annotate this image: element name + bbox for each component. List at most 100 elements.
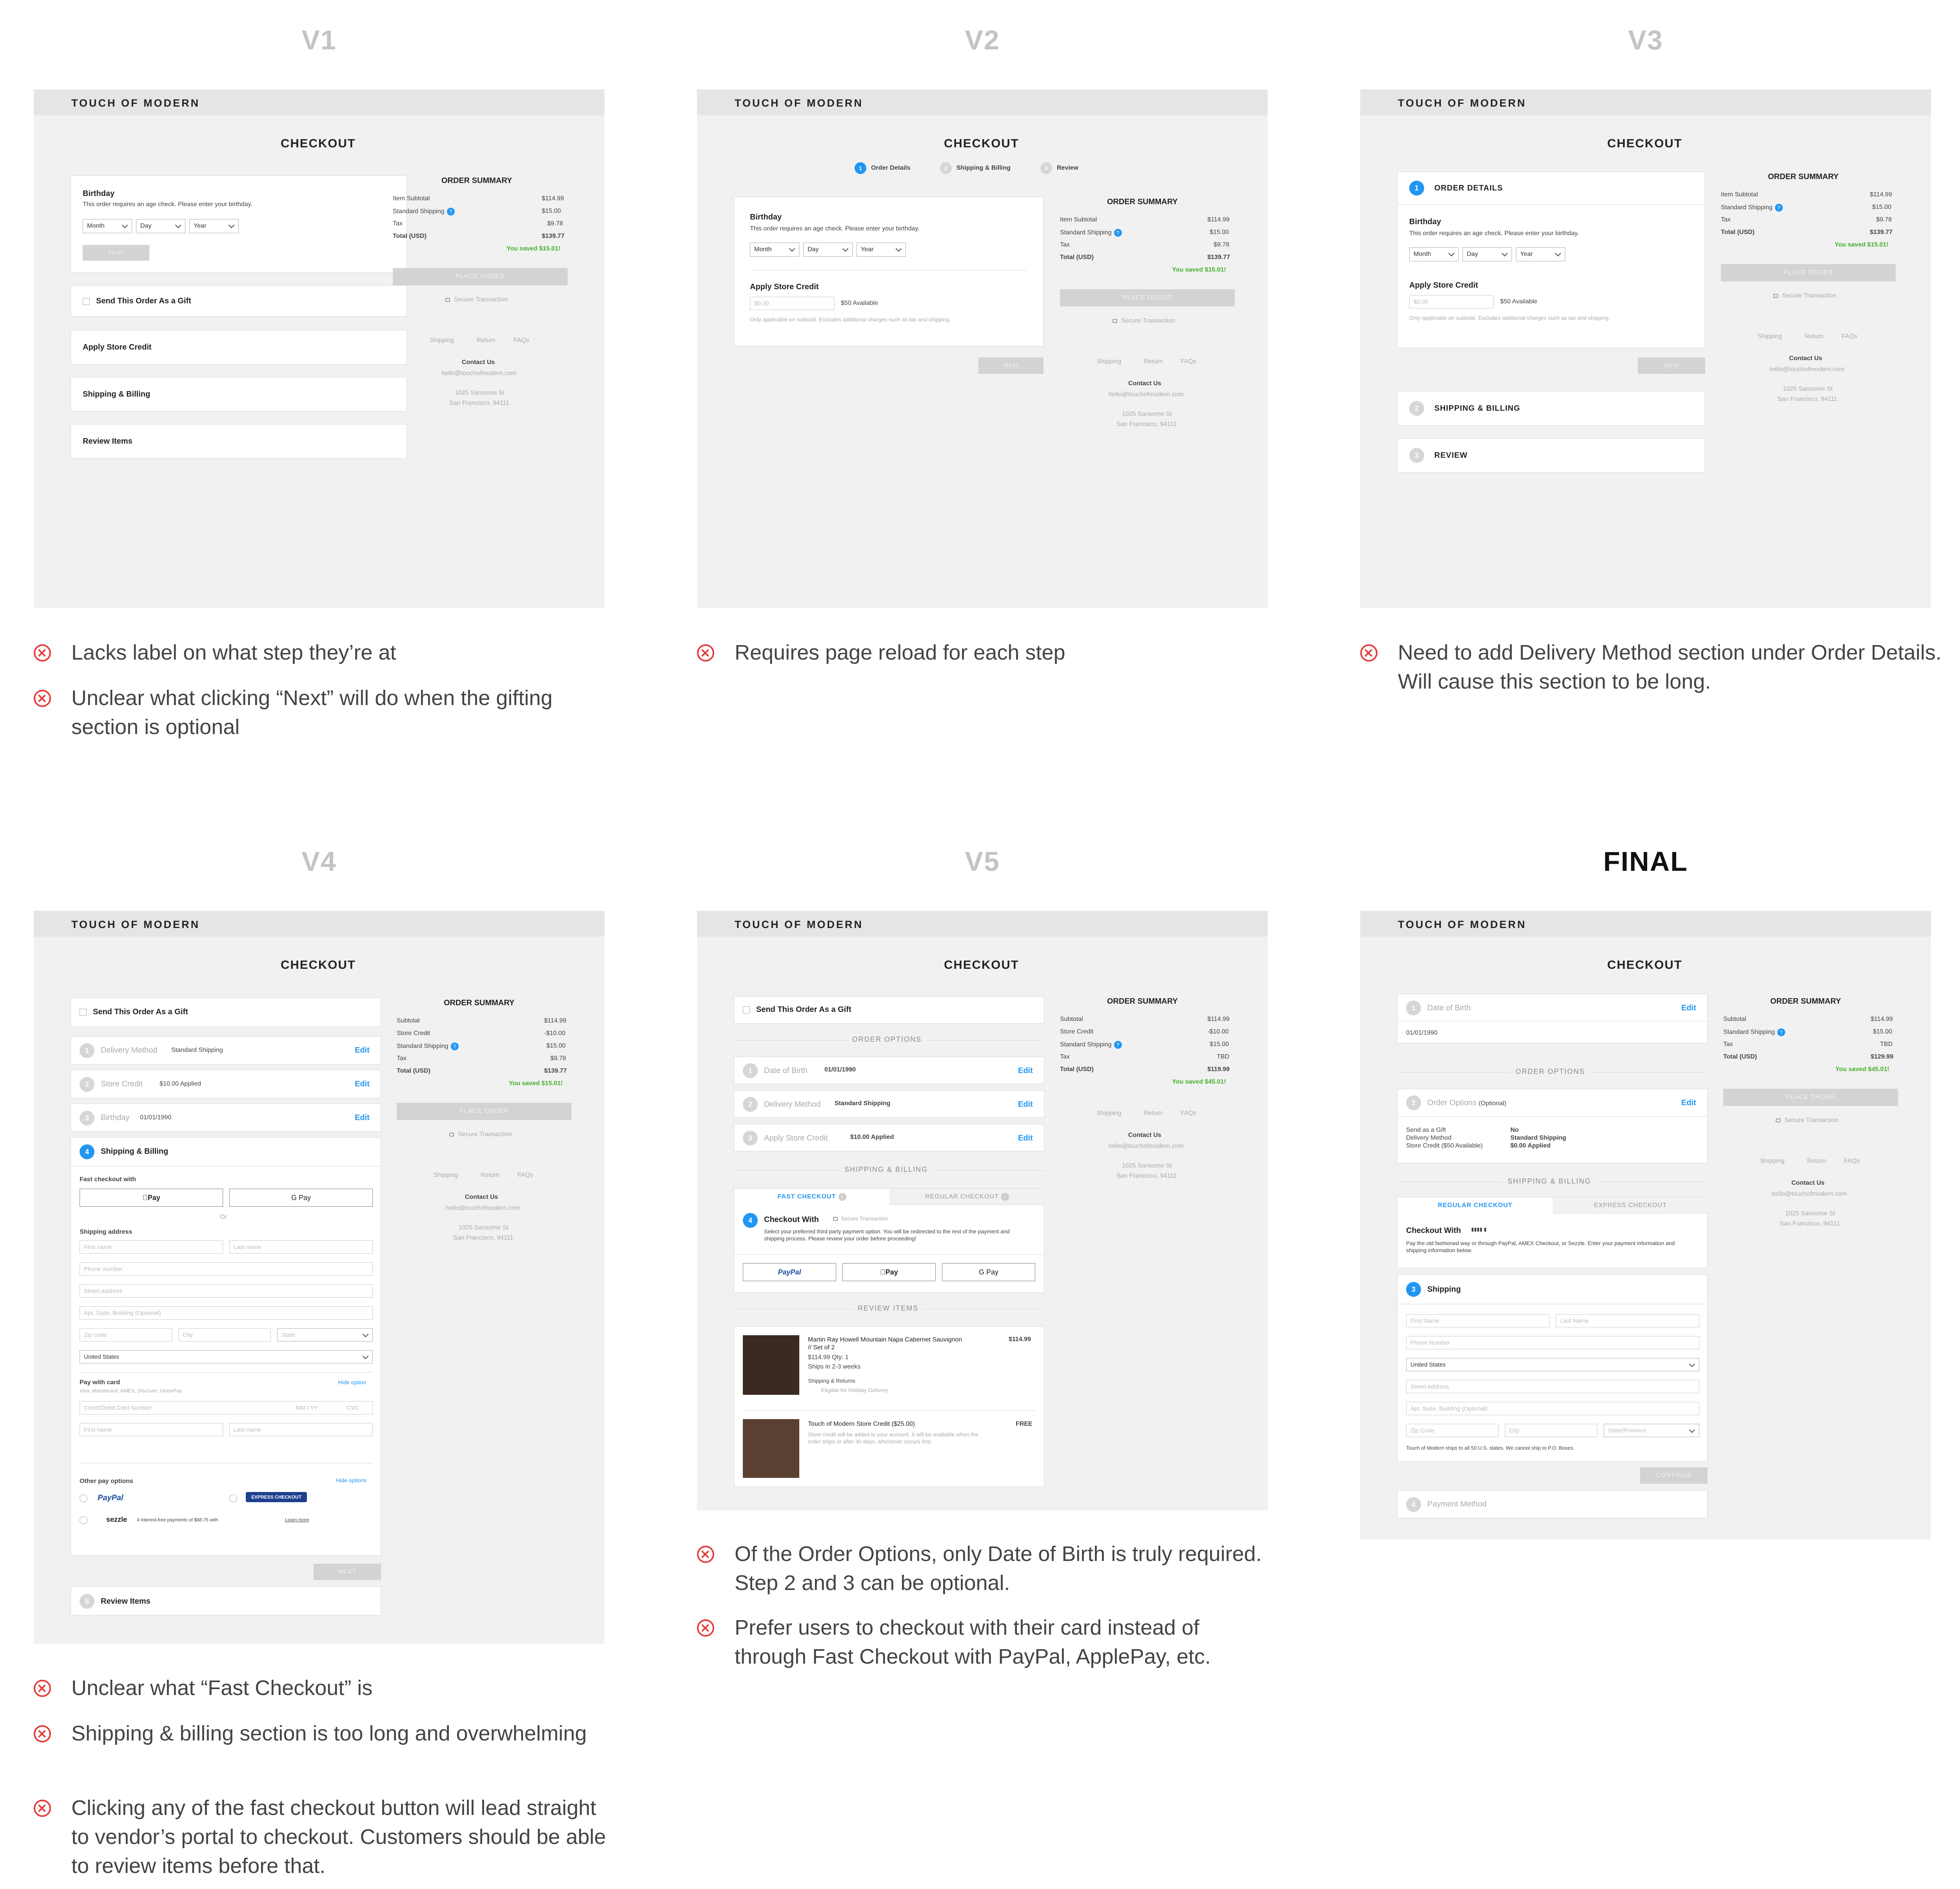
footer-shipping-link[interactable]: Shipping bbox=[1097, 1110, 1121, 1117]
place-order-button[interactable]: PLACE ORDER bbox=[397, 1103, 572, 1120]
gift-card[interactable]: Send This Order As a Gift bbox=[71, 998, 381, 1027]
edit-link[interactable]: Edit bbox=[355, 1080, 370, 1089]
footer-faqs-link[interactable]: FAQs bbox=[1181, 358, 1196, 365]
phone-field[interactable]: Phone number bbox=[80, 1262, 373, 1276]
brand-logo[interactable]: TOUCH OF MODERN bbox=[735, 919, 863, 931]
help-icon[interactable]: ? bbox=[450, 1042, 459, 1050]
help-icon[interactable]: ? bbox=[1777, 1028, 1785, 1036]
place-order-button[interactable]: PLACE ORDER bbox=[393, 268, 568, 285]
store-credit-input[interactable]: $0.00 bbox=[750, 297, 835, 310]
google-pay-button[interactable]: G Pay bbox=[229, 1189, 373, 1207]
state-select[interactable]: State/Province bbox=[1604, 1424, 1699, 1437]
country-select[interactable]: United States bbox=[1406, 1358, 1699, 1371]
apt-field[interactable]: Apt, Suite, Building (Optional) bbox=[80, 1306, 373, 1320]
edit-link[interactable]: Edit bbox=[1018, 1134, 1033, 1143]
footer-faqs-link[interactable]: FAQs bbox=[1842, 333, 1857, 340]
footer-shipping-link[interactable]: Shipping bbox=[1097, 358, 1121, 365]
store-credit-card[interactable]: Apply Store Credit bbox=[71, 330, 407, 364]
footer-shipping-link[interactable]: Shipping bbox=[1758, 333, 1782, 340]
brand-logo[interactable]: TOUCH OF MODERN bbox=[71, 919, 200, 931]
continue-button[interactable]: CONTINUE bbox=[1640, 1467, 1708, 1484]
apple-pay-button[interactable]: Pay bbox=[80, 1189, 223, 1207]
edit-link[interactable]: Edit bbox=[1681, 1099, 1696, 1108]
city-field[interactable]: City bbox=[178, 1328, 271, 1342]
shipping-billing-step[interactable]: 2 SHIPPING & BILLING bbox=[1397, 391, 1705, 426]
gift-checkbox[interactable] bbox=[83, 298, 90, 305]
tab-fast-checkout[interactable]: FAST CHECKOUT i bbox=[734, 1189, 889, 1205]
last-name-field[interactable]: Last name bbox=[229, 1240, 373, 1254]
footer-return-link[interactable]: Return bbox=[1144, 358, 1163, 365]
footer-return-link[interactable]: Return bbox=[1807, 1158, 1826, 1165]
review-items-step[interactable]: 5 Review Items bbox=[71, 1586, 381, 1615]
next-button[interactable]: Next bbox=[83, 245, 149, 261]
footer-return-link[interactable]: Return bbox=[477, 337, 495, 344]
footer-shipping-link[interactable]: Shipping bbox=[1760, 1158, 1784, 1165]
contact-email[interactable]: hello@touchofmodern.com bbox=[1109, 1143, 1183, 1150]
help-icon[interactable]: ? bbox=[1114, 1041, 1122, 1049]
year-select[interactable]: Year bbox=[189, 219, 239, 233]
hide-option-link[interactable]: Hide option bbox=[338, 1379, 366, 1385]
day-select[interactable]: Day bbox=[803, 243, 853, 257]
footer-faqs-link[interactable]: FAQs bbox=[514, 337, 529, 344]
place-order-button[interactable]: PLACE ORDER bbox=[1060, 289, 1235, 306]
contact-email[interactable]: hello@touchofmodern.com bbox=[1109, 391, 1183, 398]
footer-faqs-link[interactable]: FAQs bbox=[1844, 1158, 1860, 1165]
edit-link[interactable]: Edit bbox=[1018, 1066, 1033, 1075]
gift-card[interactable]: Send This Order As a Gift bbox=[71, 285, 407, 317]
footer-shipping-link[interactable]: Shipping bbox=[434, 1172, 458, 1179]
first-name-field[interactable]: First name bbox=[80, 1240, 223, 1254]
zip-field[interactable]: Zip Code bbox=[1406, 1424, 1499, 1437]
first-name-field[interactable]: First Name bbox=[1406, 1314, 1550, 1327]
state-select[interactable]: State bbox=[277, 1328, 373, 1342]
place-order-button[interactable]: PLACE ORDER bbox=[1721, 264, 1896, 281]
brand-logo[interactable]: TOUCH OF MODERN bbox=[1398, 919, 1526, 931]
sezzle-learn-more[interactable]: Learn more bbox=[285, 1517, 309, 1523]
footer-faqs-link[interactable]: FAQs bbox=[1181, 1110, 1196, 1117]
contact-email[interactable]: hello@touchofmodern.com bbox=[1769, 366, 1844, 373]
street-field[interactable]: Street Address bbox=[1406, 1380, 1699, 1393]
apt-field[interactable]: Apt, Suite, Building (Optional) bbox=[1406, 1402, 1699, 1415]
review-items-card[interactable]: Review Items bbox=[71, 424, 407, 459]
last-name-field[interactable]: Last Name bbox=[1556, 1314, 1699, 1327]
shipping-billing-card[interactable]: Shipping & Billing bbox=[71, 377, 407, 412]
phone-field[interactable]: Phone Number bbox=[1406, 1336, 1699, 1349]
help-icon[interactable]: ? bbox=[1114, 229, 1122, 237]
card-number-field[interactable]: Credit/Debit Card Number MM / YY CVC bbox=[80, 1401, 373, 1414]
month-select[interactable]: Month bbox=[83, 219, 132, 233]
footer-faqs-link[interactable]: FAQs bbox=[517, 1172, 533, 1179]
contact-email[interactable]: hello@touchofmodern.com bbox=[445, 1205, 520, 1212]
next-button[interactable]: Next bbox=[1638, 357, 1705, 374]
street-field[interactable]: Street address bbox=[80, 1284, 373, 1298]
edit-link[interactable]: Edit bbox=[355, 1046, 370, 1055]
contact-email[interactable]: hello@touchofmodern.com bbox=[441, 370, 516, 377]
next-button[interactable]: Next bbox=[978, 357, 1044, 374]
help-icon[interactable]: ? bbox=[446, 208, 455, 216]
amex-radio[interactable] bbox=[229, 1494, 237, 1502]
gift-card[interactable]: Send This Order As a Gift bbox=[734, 996, 1044, 1024]
card-first-name-field[interactable]: First name bbox=[80, 1423, 223, 1436]
card-last-name-field[interactable]: Last name bbox=[229, 1423, 373, 1436]
next-button[interactable]: NEXT bbox=[314, 1564, 381, 1580]
paypal-button[interactable]: PayPal bbox=[743, 1263, 836, 1281]
edit-link[interactable]: Edit bbox=[1018, 1100, 1033, 1109]
tab-regular-checkout[interactable]: REGULAR CHECKOUT i bbox=[889, 1189, 1045, 1205]
edit-link[interactable]: Edit bbox=[355, 1113, 370, 1122]
google-pay-button[interactable]: G Pay bbox=[942, 1263, 1035, 1281]
place-order-button[interactable]: PLACE ORDER bbox=[1723, 1089, 1898, 1106]
payment-method-step[interactable]: 4 Payment Method bbox=[1397, 1490, 1708, 1518]
month-select[interactable]: Month bbox=[750, 243, 799, 257]
country-select[interactable]: United States bbox=[80, 1350, 373, 1363]
year-select[interactable]: Year bbox=[1516, 247, 1565, 261]
brand-logo[interactable]: TOUCH OF MODERN bbox=[71, 97, 200, 109]
store-credit-input[interactable]: $0.00 bbox=[1409, 295, 1494, 308]
paypal-radio[interactable] bbox=[80, 1494, 87, 1502]
product-2-name[interactable]: Touch of Modern Store Credit ($25.00) bbox=[808, 1421, 915, 1428]
edit-link[interactable]: Edit bbox=[1681, 1004, 1696, 1013]
sezzle-radio[interactable] bbox=[80, 1516, 87, 1524]
brand-logo[interactable]: TOUCH OF MODERN bbox=[1398, 97, 1526, 109]
footer-return-link[interactable]: Return bbox=[481, 1172, 499, 1179]
brand-logo[interactable]: TOUCH OF MODERN bbox=[735, 97, 863, 109]
gift-checkbox[interactable] bbox=[80, 1009, 87, 1016]
hide-options-link[interactable]: Hide options bbox=[336, 1477, 367, 1483]
tab-regular-checkout[interactable]: REGULAR CHECKOUT bbox=[1397, 1197, 1553, 1214]
